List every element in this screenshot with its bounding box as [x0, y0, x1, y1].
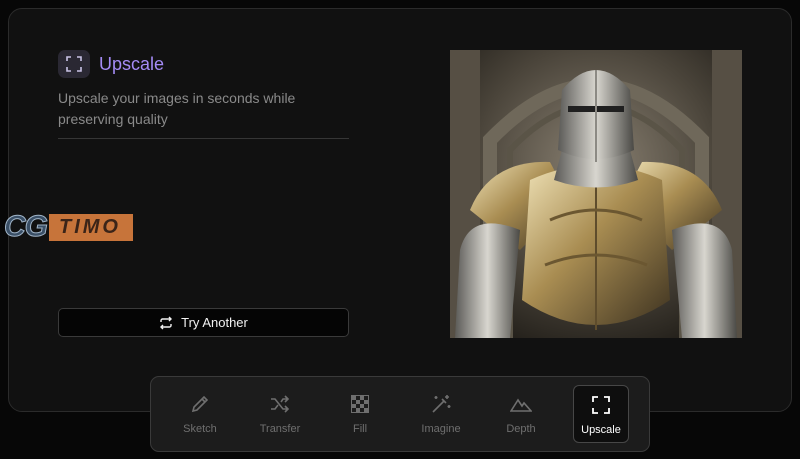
tool-upscale[interactable]: Upscale [573, 385, 629, 443]
watermark-timo: TIMO [49, 213, 133, 241]
try-another-button[interactable]: Try Another [58, 308, 349, 337]
feature-header: Upscale [58, 50, 164, 78]
divider [58, 138, 349, 139]
pencil-icon [190, 393, 210, 415]
tool-bar: Sketch Transfer Fill Imagine Depth Upsca… [150, 376, 650, 452]
mountain-icon [510, 393, 532, 415]
feature-description: Upscale your images in seconds while pre… [58, 90, 296, 127]
expand-corners-icon [58, 50, 90, 78]
tool-fill[interactable]: Fill [332, 385, 388, 443]
feature-title: Upscale [99, 53, 165, 74]
expand-corners-icon [591, 394, 611, 416]
watermark-cg: CG [4, 210, 49, 244]
shuffle-icon [269, 393, 291, 415]
try-another-label: Try Another [181, 315, 248, 330]
watermark-logo: CG TIMO [4, 210, 133, 244]
tool-imagine[interactable]: Imagine [413, 385, 469, 443]
armored-knight-image [450, 50, 742, 338]
tool-transfer[interactable]: Transfer [252, 385, 308, 443]
tool-depth[interactable]: Depth [493, 385, 549, 443]
magic-wand-icon [430, 393, 452, 415]
tool-sketch[interactable]: Sketch [172, 385, 228, 443]
repeat-icon [160, 316, 173, 329]
checker-icon [351, 393, 369, 415]
